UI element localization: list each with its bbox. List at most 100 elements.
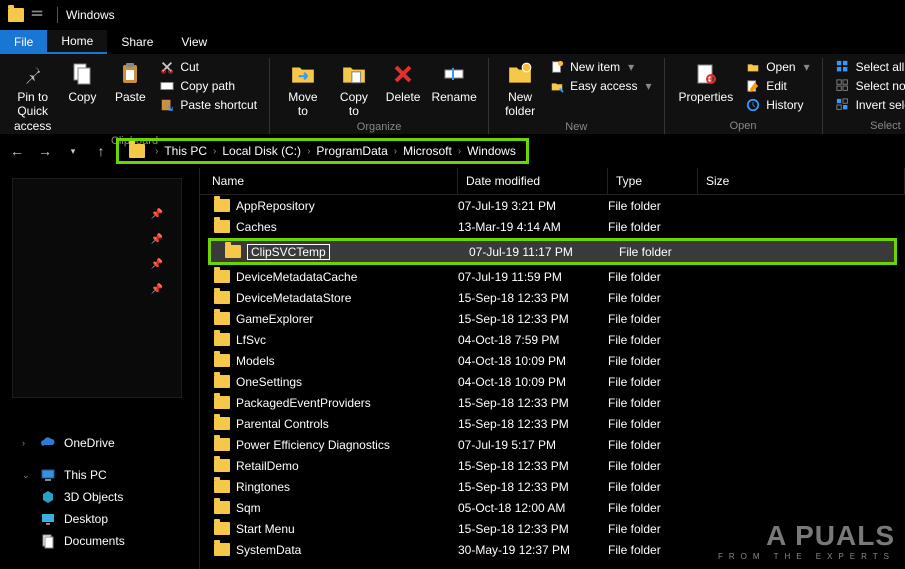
- ribbon-tabs: File Home Share View: [0, 30, 905, 54]
- file-name: SystemData: [236, 543, 301, 557]
- folder-icon: [214, 417, 230, 430]
- pin-icon: 📌: [151, 284, 163, 295]
- select-all-button[interactable]: Select all: [831, 58, 905, 76]
- file-row[interactable]: LfSvc04-Oct-18 7:59 PMFile folder: [200, 329, 905, 350]
- breadcrumb-part[interactable]: Microsoft: [403, 144, 452, 158]
- file-name: DeviceMetadataCache: [236, 270, 357, 284]
- breadcrumb-part[interactable]: Local Disk (C:): [222, 144, 301, 158]
- breadcrumb-part[interactable]: ProgramData: [316, 144, 387, 158]
- column-date[interactable]: Date modified: [458, 168, 608, 194]
- group-label-open: Open: [673, 120, 814, 134]
- cloud-icon: [40, 435, 56, 451]
- column-type[interactable]: Type: [608, 168, 698, 194]
- title-bar: Windows: [0, 0, 905, 30]
- back-button[interactable]: ←: [8, 142, 26, 160]
- nav-desktop[interactable]: Desktop: [0, 508, 199, 530]
- folder-icon: [214, 501, 230, 514]
- file-row[interactable]: RetailDemo15-Sep-18 12:33 PMFile folder: [200, 455, 905, 476]
- cell-date: 15-Sep-18 12:33 PM: [458, 480, 608, 494]
- rename-button[interactable]: Rename: [428, 58, 480, 106]
- properties-button[interactable]: Properties: [673, 58, 740, 106]
- select-none-button[interactable]: Select none: [831, 77, 905, 95]
- file-row[interactable]: DeviceMetadataStore15-Sep-18 12:33 PMFil…: [200, 287, 905, 308]
- folder-icon: [214, 459, 230, 472]
- column-headers: Name Date modified Type Size: [200, 168, 905, 195]
- new-folder-button[interactable]: New folder: [497, 58, 543, 121]
- delete-icon: [389, 60, 417, 88]
- cut-button[interactable]: Cut: [155, 58, 261, 76]
- delete-button[interactable]: Delete: [380, 58, 426, 106]
- file-row[interactable]: Parental Controls15-Sep-18 12:33 PMFile …: [200, 413, 905, 434]
- copy-button[interactable]: Copy: [59, 58, 105, 106]
- forward-button[interactable]: →: [36, 142, 54, 160]
- file-row[interactable]: ClipSVCTemp07-Jul-19 11:17 PMFile folder: [211, 241, 894, 262]
- chevron-right-icon[interactable]: ›: [213, 146, 216, 157]
- new-item-button[interactable]: New item▾: [545, 58, 655, 76]
- chevron-right-icon[interactable]: ›: [458, 146, 461, 157]
- address-bar[interactable]: › This PC › Local Disk (C:) › ProgramDat…: [116, 138, 529, 164]
- move-to-button[interactable]: Move to: [278, 58, 328, 121]
- easy-access-button[interactable]: Easy access▾: [545, 77, 655, 95]
- watermark-title: A PUALS: [718, 520, 895, 552]
- qat-dropdown-icon[interactable]: [30, 8, 44, 22]
- file-name: Caches: [236, 220, 277, 234]
- paste-shortcut-button[interactable]: Paste shortcut: [155, 96, 261, 114]
- nav-thispc[interactable]: ⌄This PC: [0, 464, 199, 486]
- cell-type: File folder: [608, 438, 698, 452]
- pin-to-quick-access-button[interactable]: Pin to Quick access: [8, 58, 57, 135]
- column-name[interactable]: Name: [200, 168, 458, 194]
- cell-type: File folder: [608, 522, 698, 536]
- tab-share[interactable]: Share: [107, 30, 167, 54]
- file-name: Models: [236, 354, 275, 368]
- edit-icon: [745, 78, 761, 94]
- documents-icon: [40, 533, 56, 549]
- file-row[interactable]: DeviceMetadataCache07-Jul-19 11:59 PMFil…: [200, 266, 905, 287]
- file-name: RetailDemo: [236, 459, 299, 473]
- paste-button[interactable]: Paste: [107, 58, 153, 106]
- history-button[interactable]: History: [741, 96, 813, 114]
- cell-type: File folder: [608, 291, 698, 305]
- cell-date: 15-Sep-18 12:33 PM: [458, 417, 608, 431]
- invert-selection-button[interactable]: Invert selection: [831, 96, 905, 114]
- pin-icon: 📌: [151, 209, 163, 220]
- nav-onedrive[interactable]: ›OneDrive: [0, 432, 199, 454]
- tab-home[interactable]: Home: [47, 30, 107, 54]
- file-row[interactable]: AppRepository07-Jul-19 3:21 PMFile folde…: [200, 195, 905, 216]
- file-row[interactable]: Models04-Oct-18 10:09 PMFile folder: [200, 350, 905, 371]
- file-row[interactable]: Sqm05-Oct-18 12:00 AMFile folder: [200, 497, 905, 518]
- tab-view[interactable]: View: [167, 30, 221, 54]
- paste-icon: [116, 60, 144, 88]
- preview-thumb: 📌 📌 📌 📌: [12, 178, 182, 398]
- file-name: OneSettings: [236, 375, 302, 389]
- nav-documents[interactable]: Documents: [0, 530, 199, 552]
- chevron-right-icon[interactable]: ›: [307, 146, 310, 157]
- folder-icon: [214, 396, 230, 409]
- file-row[interactable]: GameExplorer15-Sep-18 12:33 PMFile folde…: [200, 308, 905, 329]
- file-row[interactable]: OneSettings04-Oct-18 10:09 PMFile folder: [200, 371, 905, 392]
- nav-3d-objects[interactable]: 3D Objects: [0, 486, 199, 508]
- rename-input[interactable]: ClipSVCTemp: [247, 244, 330, 260]
- file-row[interactable]: Power Efficiency Diagnostics07-Jul-19 5:…: [200, 434, 905, 455]
- copy-path-icon: [159, 78, 175, 94]
- content-area: 📌 📌 📌 📌 ›OneDrive ⌄This PC 3D Objects De…: [0, 168, 905, 569]
- file-row[interactable]: PackagedEventProviders15-Sep-18 12:33 PM…: [200, 392, 905, 413]
- breadcrumb-part[interactable]: This PC: [164, 144, 207, 158]
- cell-date: 04-Oct-18 7:59 PM: [458, 333, 608, 347]
- copy-path-button[interactable]: Copy path: [155, 77, 261, 95]
- pin-icon: 📌: [151, 234, 163, 245]
- chevron-right-icon[interactable]: ›: [155, 146, 158, 157]
- breadcrumb-part[interactable]: Windows: [467, 144, 516, 158]
- pin-icon: 📌: [151, 259, 163, 270]
- up-button[interactable]: ↑: [92, 142, 110, 160]
- open-button[interactable]: Open▾: [741, 58, 813, 76]
- paste-label: Paste: [115, 90, 146, 104]
- edit-button[interactable]: Edit: [741, 77, 813, 95]
- tab-file[interactable]: File: [0, 30, 47, 54]
- copy-to-button[interactable]: Copy to: [330, 58, 378, 121]
- copy-icon: [68, 60, 96, 88]
- recent-dropdown[interactable]: ▾: [64, 142, 82, 160]
- file-row[interactable]: Caches13-Mar-19 4:14 AMFile folder: [200, 216, 905, 237]
- column-size[interactable]: Size: [698, 168, 905, 194]
- file-row[interactable]: Ringtones15-Sep-18 12:33 PMFile folder: [200, 476, 905, 497]
- chevron-right-icon[interactable]: ›: [394, 146, 397, 157]
